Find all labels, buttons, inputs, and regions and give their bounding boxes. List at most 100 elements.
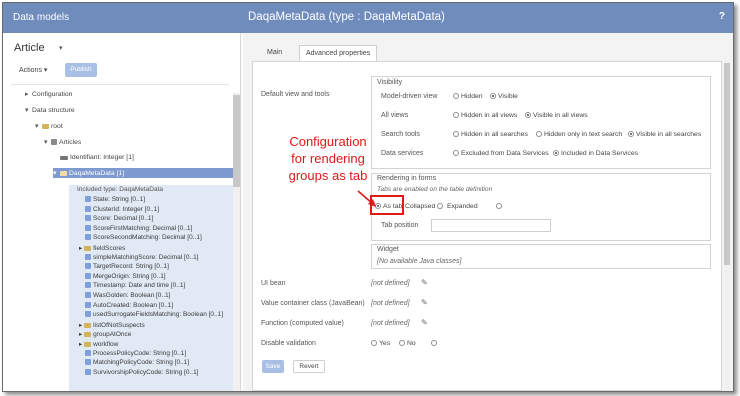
option-label: Expanded — [447, 203, 478, 210]
radio-icon[interactable] — [453, 131, 459, 137]
model-title: Article — [14, 42, 45, 54]
tree-item-articles[interactable]: ▾ Articles — [44, 138, 81, 146]
tab-main[interactable]: Main — [261, 45, 288, 61]
chevron-down-icon[interactable]: ▾ — [44, 138, 51, 146]
included-item[interactable]: SurvivorshipPolicyCode: String [0..1] — [85, 368, 199, 376]
chevron-down-icon[interactable]: ▾ — [35, 122, 42, 130]
rendering-note: Tabs are enabled on the table definition — [377, 186, 493, 193]
radio-icon[interactable] — [536, 131, 542, 137]
included-item[interactable]: AutoCreated: Boolean [0..1] — [85, 301, 173, 309]
included-item[interactable]: usedSurrogateFieldsMatching: Boolean [0.… — [85, 311, 223, 318]
included-item-label: groupAtOnce — [93, 331, 132, 339]
included-item[interactable]: MatchingPolicyCode: String [0..1] — [85, 359, 189, 366]
actions-menu-button[interactable]: Actions ▾ — [19, 66, 47, 74]
left-scrollbar-thumb[interactable] — [233, 95, 240, 187]
widget-title: Widget — [377, 246, 399, 253]
annotation-line: for rendering — [291, 151, 365, 166]
included-item-label: ProcessPolicyCode: String [0..1] — [93, 349, 187, 357]
folder-icon — [42, 124, 49, 129]
publish-button[interactable]: Publish — [65, 63, 97, 77]
radio-hidden-all-searches[interactable]: Hidden in all searches — [453, 131, 528, 138]
radio-icon[interactable] — [371, 340, 377, 346]
tree-item-label: Identifiant: Integer [1] — [70, 154, 134, 161]
included-item[interactable]: ClusterId: Integer [0..1] — [85, 205, 160, 213]
tab-position-label: Tab position — [381, 222, 419, 229]
tab-advanced-properties[interactable]: Advanced properties — [299, 45, 378, 61]
attribute-icon — [85, 263, 91, 270]
left-panel: Article ▾ Actions ▾ Publish ▸ Configurati… — [3, 33, 241, 391]
radio-unset[interactable] — [496, 203, 504, 210]
radio-included-data-services[interactable]: Included in Data Services — [553, 150, 638, 157]
tree-item-daqametadata[interactable]: ▾ DaqaMetaData [1] — [53, 169, 124, 177]
revert-button[interactable]: Revert — [293, 360, 325, 373]
included-item[interactable]: State: String [0..1] — [85, 196, 145, 203]
tree-item-label: Articles — [59, 139, 82, 146]
ui-bean-label: UI bean — [261, 280, 286, 287]
radio-icon[interactable] — [431, 340, 437, 346]
tab-position-input[interactable] — [431, 219, 551, 232]
radio-icon[interactable] — [437, 203, 444, 209]
radio-collapsed[interactable]: Collapsed — [405, 203, 445, 210]
included-item[interactable]: ProcessPolicyCode: String [0..1] — [85, 349, 187, 357]
folder-icon — [84, 342, 92, 347]
radio-hidden-all-views[interactable]: Hidden in all views — [453, 112, 517, 119]
included-item[interactable]: TargetRecord: String [0..1] — [85, 263, 169, 270]
radio-excluded-data-services[interactable]: Excluded from Data Services — [453, 150, 549, 157]
radio-icon[interactable] — [399, 340, 405, 346]
chevron-down-icon[interactable]: ▾ — [25, 106, 32, 114]
model-driven-view-label: Model-driven view — [381, 93, 438, 100]
radio-icon[interactable] — [553, 150, 559, 156]
included-item[interactable]: ScoreSecondMatching: Decimal [0..1] — [85, 234, 202, 241]
included-item[interactable]: ▸ fieldScores — [79, 244, 125, 252]
included-type-title: Included type: DaqaMetaData — [77, 186, 163, 193]
option-label: Hidden in all views — [461, 112, 518, 119]
radio-icon[interactable] — [453, 150, 459, 156]
radio-expanded[interactable]: Expanded — [447, 203, 478, 210]
radio-yes[interactable]: Yes — [371, 340, 390, 347]
included-item[interactable]: WasGolden: Boolean [0..1] — [85, 292, 170, 299]
included-item[interactable]: Timestamp: Date and time [0..1] — [85, 282, 185, 289]
radio-icon[interactable] — [628, 131, 634, 137]
radio-no[interactable]: No — [399, 340, 416, 347]
included-item-label: simpleMatchingScore: Decimal [0..1] — [93, 253, 199, 261]
radio-hidden[interactable]: Hidden — [453, 93, 483, 100]
help-icon[interactable]: ? — [719, 11, 725, 22]
radio-unset[interactable] — [431, 340, 439, 347]
radio-icon[interactable] — [496, 203, 502, 209]
annotation-callout: Configuration for rendering groups as ta… — [258, 133, 398, 184]
included-item[interactable]: ▸ listOfNotSuspects — [79, 321, 145, 329]
radio-icon[interactable] — [453, 112, 459, 118]
tree-item-data-structure[interactable]: ▾ Data structure — [25, 106, 75, 114]
attribute-icon — [85, 311, 91, 318]
right-scrollbar-thumb[interactable] — [724, 63, 730, 265]
radio-icon[interactable] — [453, 93, 459, 99]
chevron-right-icon[interactable]: ▸ — [25, 90, 32, 98]
chevron-down-icon[interactable]: ▾ — [53, 169, 60, 177]
attribute-icon — [85, 205, 91, 212]
included-item[interactable]: ScoreFirstMatching: Decimal [0..1] — [85, 224, 192, 232]
included-item[interactable]: ▸ workflow — [79, 340, 118, 348]
save-button[interactable]: Save — [262, 360, 284, 373]
included-item[interactable]: MergeOrigin: String [0..1] — [85, 272, 166, 280]
radio-icon[interactable] — [525, 112, 531, 118]
tree-item-identifiant[interactable]: Identifiant: Integer [1] — [60, 154, 134, 161]
radio-visible-all-views[interactable]: Visible in all views — [525, 112, 588, 119]
edit-icon[interactable]: ✎ — [421, 278, 428, 287]
included-item[interactable]: simpleMatchingScore: Decimal [0..1] — [85, 253, 199, 261]
edit-icon[interactable]: ✎ — [421, 318, 428, 327]
tree-item-root[interactable]: ▾ root — [35, 122, 63, 130]
radio-hidden-text-search[interactable]: Hidden only in text search — [536, 131, 622, 138]
included-item[interactable]: ▸ groupAtOnce — [79, 330, 131, 338]
attribute-icon — [85, 349, 91, 356]
included-item[interactable]: Score: Decimal [0..1] — [85, 215, 153, 222]
tree-item-configuration[interactable]: ▸ Configuration — [25, 90, 72, 98]
included-item-label: ClusterId: Integer [0..1] — [93, 205, 160, 213]
attribute-icon — [85, 224, 91, 231]
radio-visible[interactable]: Visible — [490, 93, 518, 100]
radio-icon[interactable] — [490, 93, 496, 99]
edit-icon[interactable]: ✎ — [421, 298, 428, 307]
radio-visible-all-searches[interactable]: Visible in all searches — [628, 131, 701, 138]
option-label: No — [407, 340, 416, 347]
attribute-icon — [85, 253, 91, 260]
chevron-down-icon[interactable]: ▾ — [59, 44, 63, 52]
